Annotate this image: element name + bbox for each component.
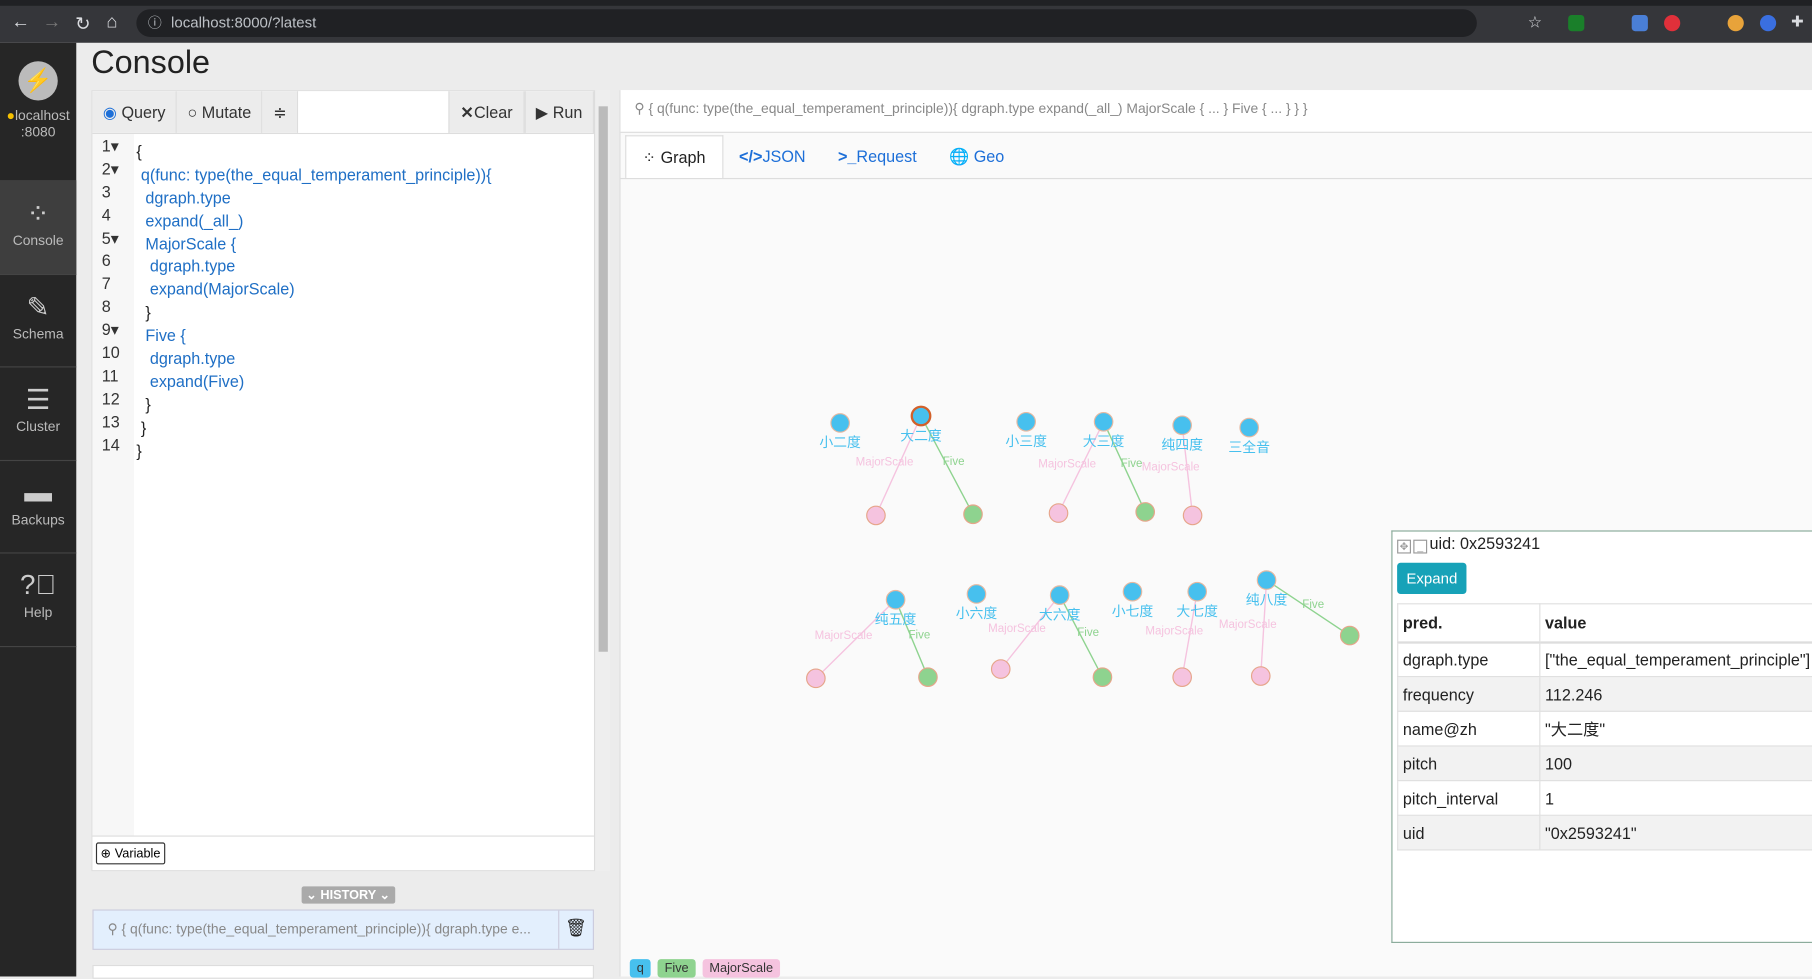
- edge-label: MajorScale: [815, 630, 873, 642]
- expand-button[interactable]: Expand: [1397, 562, 1467, 594]
- legend-majorscale: MajorScale: [702, 959, 780, 978]
- move-icon[interactable]: ✥: [1397, 539, 1411, 554]
- value-cell: "大二度": [1539, 710, 1812, 747]
- edge-label: Five: [908, 629, 930, 641]
- value-cell: 112.246: [1539, 676, 1812, 712]
- details-table: pred. value dgraph.type ["the_equal_temper…: [1397, 603, 1812, 851]
- edge-label: Five: [1121, 458, 1143, 470]
- graph-node[interactable]: [830, 413, 850, 433]
- graph-legend: q Five MajorScale: [629, 959, 780, 978]
- node-label: 小二度: [819, 435, 861, 451]
- edge-label: MajorScale: [1145, 625, 1203, 637]
- node-label: 纯五度: [875, 612, 917, 628]
- graph-node[interactable]: [1122, 581, 1143, 602]
- graph-node[interactable]: [1172, 415, 1193, 436]
- table-row[interactable]: frequency 112.246: [1397, 676, 1812, 712]
- graph-node-five[interactable]: [1339, 625, 1360, 646]
- value-cell: ["the_equal_temperament_principle"]: [1539, 641, 1812, 678]
- minimize-icon[interactable]: _: [1413, 539, 1428, 554]
- legend-five: Five: [657, 959, 696, 978]
- graph-node[interactable]: [1093, 411, 1114, 432]
- pred-cell: pitch_interval: [1397, 780, 1541, 816]
- node-details-panel: ✥ _ uid: 0x2593241 Expand pred. value dgrap…: [1391, 530, 1812, 943]
- node-label: 大二度: [900, 428, 942, 444]
- graph-node-five[interactable]: [963, 504, 983, 525]
- edge-label: MajorScale: [1142, 461, 1200, 473]
- node-label: 小三度: [1005, 434, 1047, 450]
- graph-node[interactable]: [910, 405, 932, 427]
- graph-node[interactable]: [1239, 417, 1260, 438]
- node-label: 三全音: [1228, 439, 1270, 456]
- node-label: 大七度: [1176, 604, 1218, 620]
- pred-cell: pitch: [1397, 745, 1541, 782]
- legend-q: q: [629, 959, 651, 978]
- graph-node-majorscale[interactable]: [866, 505, 886, 526]
- value-cell: 100: [1539, 745, 1812, 782]
- graph-node[interactable]: [966, 584, 987, 604]
- graph-node-majorscale[interactable]: [1182, 505, 1203, 526]
- graph-node-majorscale[interactable]: [1250, 666, 1271, 686]
- pred-cell: dgraph.type: [1397, 641, 1541, 678]
- edge-label: MajorScale: [1219, 619, 1277, 631]
- graph-node-five[interactable]: [918, 667, 938, 688]
- edge-label: MajorScale: [856, 457, 914, 469]
- table-row[interactable]: uid "0x2593241": [1397, 814, 1812, 851]
- table-row[interactable]: name@zh "大二度": [1397, 710, 1812, 747]
- node-label: 大三度: [1083, 434, 1125, 450]
- node-label: 纯八度: [1246, 592, 1288, 608]
- graph-node-five[interactable]: [1135, 502, 1156, 522]
- node-label: 小六度: [956, 606, 998, 622]
- graph-node-majorscale[interactable]: [806, 668, 826, 689]
- graph-node[interactable]: [1256, 570, 1277, 590]
- graph-node[interactable]: [885, 589, 906, 610]
- graph-node-majorscale[interactable]: [1048, 503, 1069, 523]
- table-row[interactable]: pitch_interval 1: [1397, 780, 1812, 816]
- pred-cell: name@zh: [1397, 710, 1541, 747]
- pred-cell: frequency: [1397, 676, 1541, 712]
- edge-label: MajorScale: [988, 623, 1046, 635]
- graph-node[interactable]: [1049, 585, 1070, 605]
- node-label: 纯四度: [1161, 438, 1203, 454]
- value-cell: 1: [1539, 780, 1812, 816]
- graph-node-majorscale[interactable]: [1172, 667, 1193, 688]
- graph-node-majorscale[interactable]: [990, 659, 1011, 679]
- graph-node[interactable]: [1187, 581, 1208, 602]
- graph-node[interactable]: [1016, 411, 1036, 432]
- edge-label: MajorScale: [1038, 458, 1096, 470]
- edge-label: Five: [1077, 627, 1099, 639]
- value-cell: "0x2593241": [1539, 814, 1812, 851]
- table-row[interactable]: pitch 100: [1397, 745, 1812, 782]
- edge-label: Five: [1302, 599, 1324, 611]
- node-label: 大六度: [1039, 607, 1081, 623]
- pred-cell: uid: [1397, 814, 1541, 851]
- graph-node-five[interactable]: [1092, 667, 1113, 688]
- node-label: 小七度: [1112, 604, 1154, 620]
- table-row[interactable]: dgraph.type ["the_equal_temperament_princ…: [1397, 641, 1812, 678]
- edge-label: Five: [943, 456, 965, 468]
